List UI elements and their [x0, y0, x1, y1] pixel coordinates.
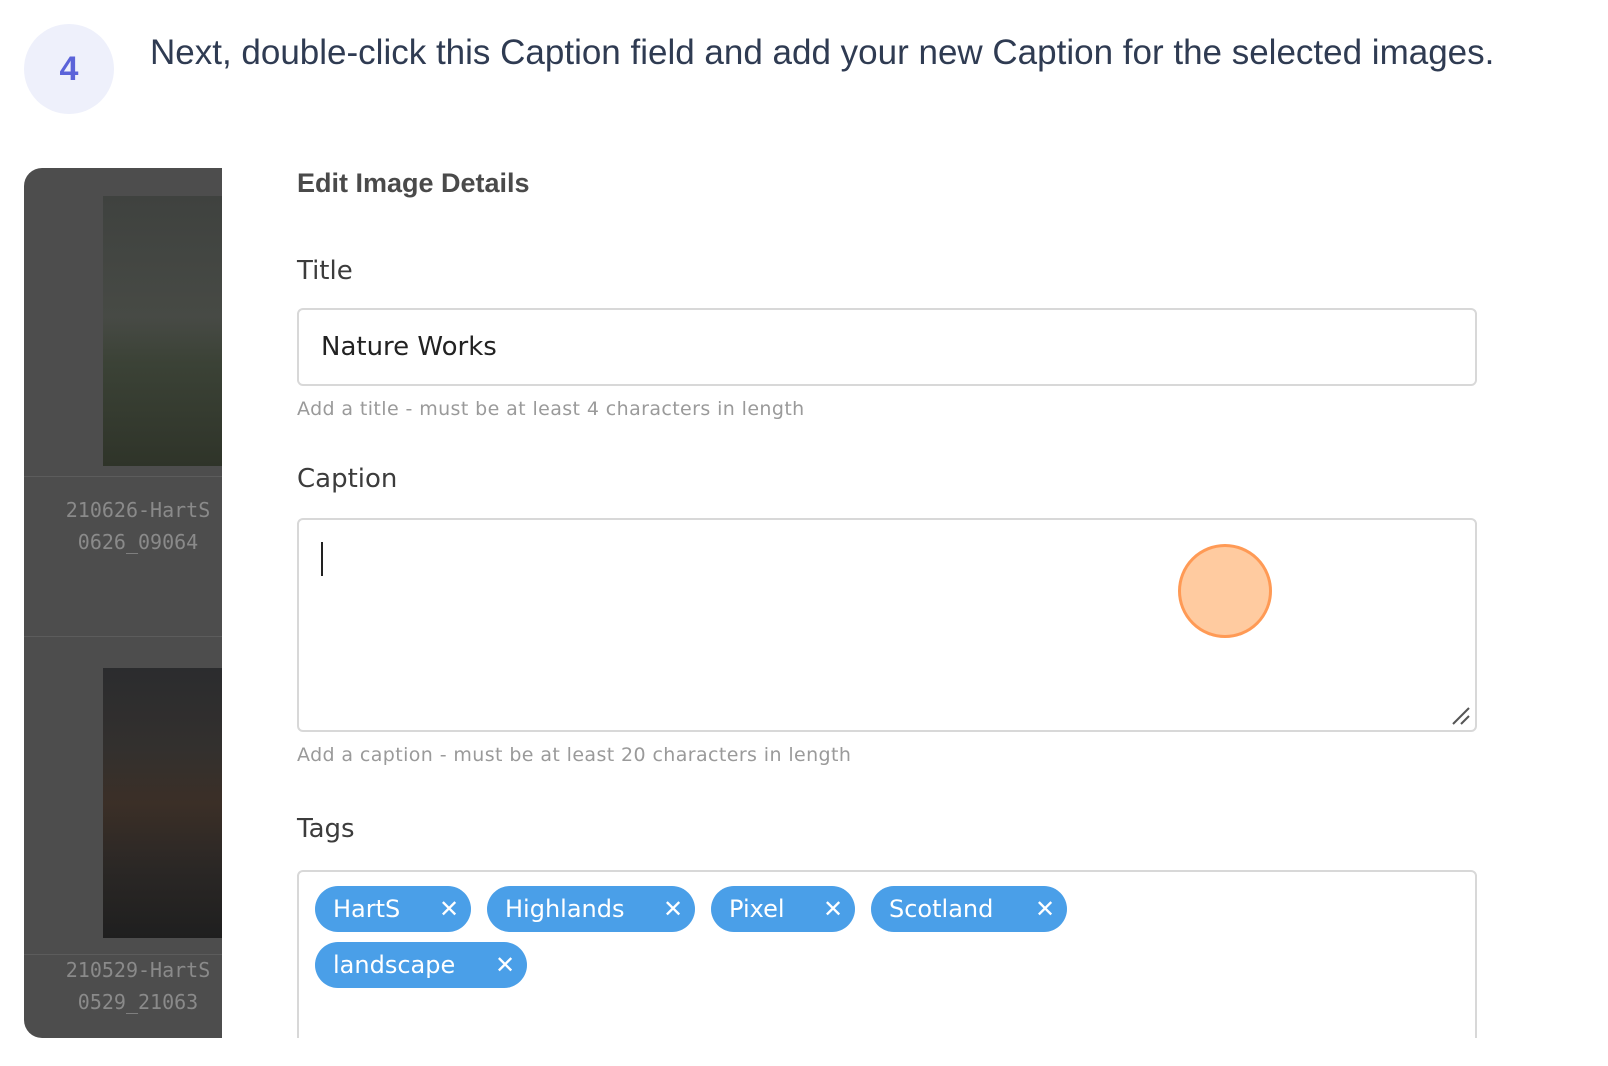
file-name-line: 0626_09064 — [77, 530, 199, 554]
tag-chip: Scotland ✕ — [871, 886, 1067, 932]
step-instruction: Next, double-click this Caption field an… — [150, 33, 1495, 72]
step-number: 4 — [59, 49, 79, 88]
caption-label: Caption — [297, 464, 398, 494]
image-thumbnail[interactable] — [103, 668, 222, 938]
tag-chip: landscape ✕ — [315, 942, 527, 988]
screenshot-frame: 210626-HartS 0626_09064 210529-HartS 052… — [24, 168, 1580, 1038]
image-thumbnail[interactable] — [103, 196, 222, 466]
edit-image-details-modal: Edit Image Details Title Nature Works Ad… — [222, 168, 1580, 1038]
divider — [24, 476, 222, 477]
title-help-text: Add a title - must be at least 4 charact… — [297, 398, 805, 420]
divider — [24, 636, 222, 637]
tag-label: landscape — [333, 951, 456, 979]
tag-label: Highlands — [505, 895, 625, 923]
title-input-value: Nature Works — [321, 332, 497, 362]
tag-chip: Highlands ✕ — [487, 886, 695, 932]
title-label: Title — [297, 256, 353, 286]
close-icon[interactable]: ✕ — [1023, 895, 1067, 923]
close-icon[interactable]: ✕ — [651, 895, 695, 923]
tag-label: Pixel — [729, 895, 785, 923]
tag-chip: Pixel ✕ — [711, 886, 855, 932]
step-number-badge: 4 — [24, 24, 114, 114]
close-icon[interactable]: ✕ — [811, 895, 855, 923]
caption-help-text: Add a caption - must be at least 20 char… — [297, 744, 852, 766]
resize-handle-icon[interactable] — [1451, 706, 1471, 726]
caption-textarea[interactable] — [297, 518, 1477, 732]
modal-title: Edit Image Details — [297, 168, 530, 198]
title-input[interactable]: Nature Works — [297, 308, 1477, 386]
tag-label: Scotland — [889, 895, 994, 923]
close-icon[interactable]: ✕ — [483, 951, 527, 979]
tags-label: Tags — [297, 814, 355, 844]
tag-label: HartS — [333, 895, 401, 923]
click-indicator — [1178, 544, 1272, 638]
tag-chip: HartS ✕ — [315, 886, 471, 932]
text-caret — [321, 542, 323, 576]
file-name-line: 210626-HartS — [65, 498, 211, 522]
image-list-panel: 210626-HartS 0626_09064 210529-HartS 052… — [24, 168, 222, 1038]
file-name-line: 0529_21063 — [77, 990, 199, 1014]
file-name-line: 210529-HartS — [65, 958, 211, 982]
tags-input[interactable]: HartS ✕ Highlands ✕ Pixel ✕ Scotland ✕ l… — [297, 870, 1477, 1038]
close-icon[interactable]: ✕ — [427, 895, 471, 923]
